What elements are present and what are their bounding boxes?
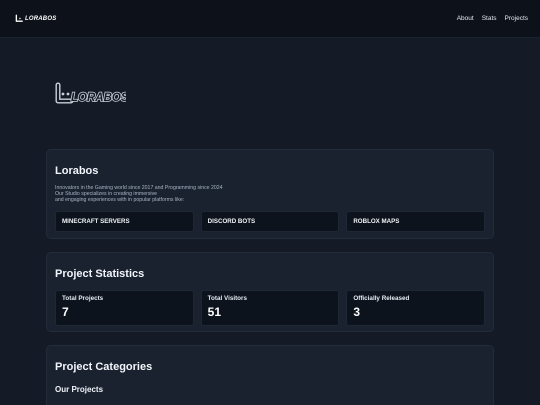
stat-label: Total Visitors xyxy=(207,295,247,302)
categories-card: Project Categories Our Projects xyxy=(46,345,494,405)
about-title: Lorabos xyxy=(55,165,99,177)
hero-logo-graphic: LORABOS xyxy=(55,82,126,105)
nav-link-stats[interactable]: Stats xyxy=(482,15,497,22)
stat-value: 7 xyxy=(62,305,69,319)
about-description: Innovators in the Gaming world since 201… xyxy=(55,185,485,203)
nav-link-about[interactable]: About xyxy=(457,15,474,22)
platform-roblox-maps[interactable]: ROBLOX MAPS xyxy=(346,211,486,232)
platform-list: MINECRAFT SERVERS DISCORD BOTS ROBLOX MA… xyxy=(55,211,486,232)
stat-total-visitors: Total Visitors 51 xyxy=(200,290,340,326)
stat-value: 51 xyxy=(207,305,222,319)
stats-card: Project Statistics Total Projects 7 Tota… xyxy=(46,252,494,332)
top-navbar: LORABOS About Stats Projects xyxy=(0,0,540,38)
about-card: Lorabos Innovators in the Gaming world s… xyxy=(46,149,494,239)
platform-minecraft-servers[interactable]: MINECRAFT SERVERS xyxy=(55,211,194,232)
about-desc-line: and engaging experiences with in popular… xyxy=(55,197,185,203)
categories-subtitle: Our Projects xyxy=(55,385,104,394)
stat-officially-released: Officially Released 3 xyxy=(346,290,486,326)
brand-name: LORABOS xyxy=(25,15,57,22)
stats-title: Project Statistics xyxy=(55,268,145,280)
stats-grid: Total Projects 7 Total Visitors 51 Offic… xyxy=(55,290,486,326)
categories-title: Project Categories xyxy=(55,361,153,373)
brand-logo[interactable]: LORABOS xyxy=(15,14,56,23)
stat-total-projects: Total Projects 7 xyxy=(55,290,194,326)
stat-label: Total Projects xyxy=(62,295,104,302)
nav-links: About Stats Projects xyxy=(457,15,528,22)
stat-label: Officially Released xyxy=(353,295,410,302)
hero-logo: LORABOS xyxy=(54,82,126,106)
nav-link-projects[interactable]: Projects xyxy=(505,15,528,22)
hero-logo-text: LORABOS xyxy=(71,92,126,104)
platform-discord-bots[interactable]: DISCORD BOTS xyxy=(200,211,340,232)
stat-value: 3 xyxy=(353,305,361,319)
brand-mark-icon xyxy=(15,14,23,22)
